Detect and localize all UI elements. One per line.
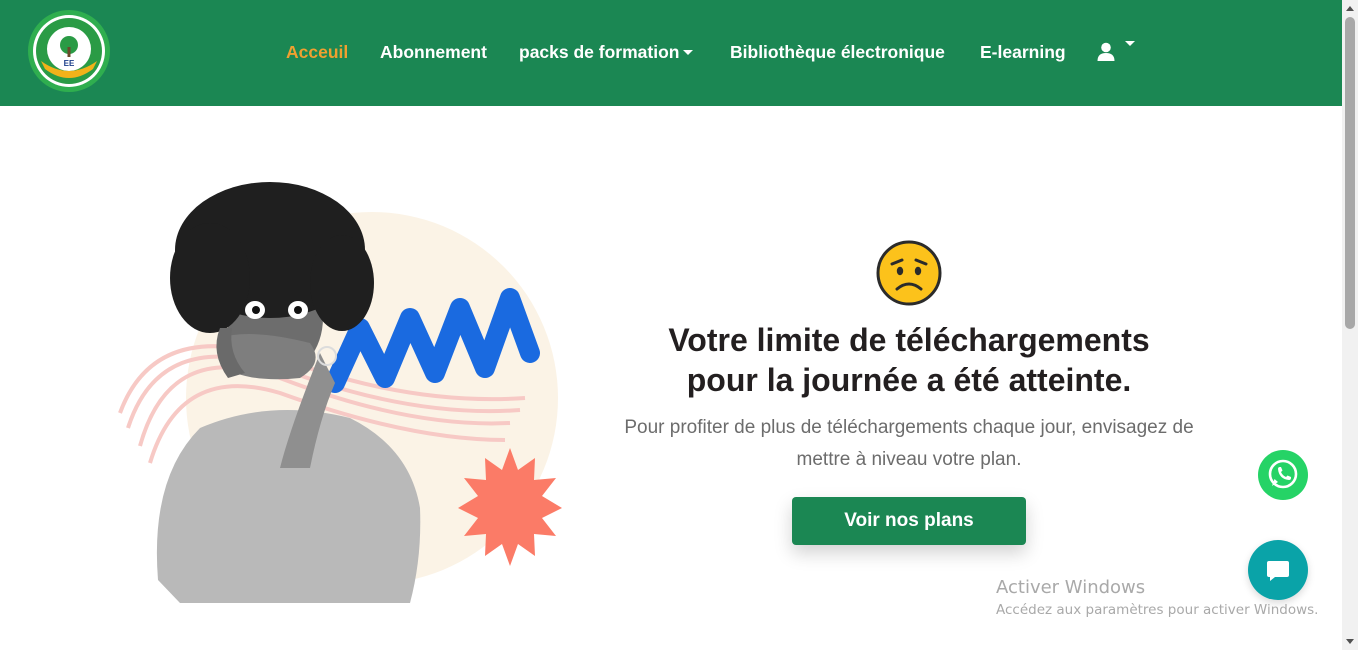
activate-windows-title: Activer Windows (996, 577, 1146, 598)
limit-reached-heading: Votre limite de téléchargements pour la … (600, 320, 1218, 400)
heading-line-2: pour la journée a été atteinte. (686, 362, 1132, 398)
whatsapp-button[interactable] (1258, 450, 1308, 500)
description-line-2: mettre à niveau votre plan. (796, 449, 1022, 470)
nav-item-e-learning[interactable]: E-learning (980, 41, 1066, 63)
chat-bubble-icon (1267, 561, 1289, 581)
main-nav: Acceuil Abonnement packs de formation Bi… (0, 0, 1342, 106)
activate-windows-subtitle: Accédez aux paramètres pour activer Wind… (996, 602, 1319, 618)
chevron-down-icon (683, 50, 694, 55)
user-icon (1097, 42, 1115, 61)
view-plans-button[interactable]: Voir nos plans (792, 497, 1026, 545)
user-menu-dropdown[interactable] (1097, 41, 1136, 63)
live-chat-button[interactable] (1248, 540, 1308, 600)
nav-item-bibliotheque[interactable]: Bibliothèque électronique (730, 41, 945, 63)
whatsapp-icon (1268, 459, 1298, 489)
heading-line-1: Votre limite de téléchargements (668, 322, 1150, 358)
nav-item-packs-label: packs de formation (519, 42, 680, 62)
vertical-scrollbar[interactable] (1342, 0, 1358, 650)
chevron-down-icon (1125, 41, 1136, 46)
description-line-1: Pour profiter de plus de téléchargements… (624, 417, 1194, 438)
worried-face-icon (876, 240, 942, 306)
scroll-up-arrow-icon[interactable] (1346, 6, 1354, 11)
scrollbar-thumb[interactable] (1345, 17, 1355, 329)
upgrade-description: Pour profiter de plus de téléchargements… (600, 412, 1218, 476)
top-navbar: EE Acceuil Abonnement packs de formation… (0, 0, 1342, 106)
nav-item-packs-de-formation[interactable]: packs de formation (519, 41, 694, 63)
surprised-woman-illustration (118, 182, 562, 603)
nav-item-abonnement[interactable]: Abonnement (380, 41, 487, 63)
nav-item-acceuil[interactable]: Acceuil (286, 41, 348, 63)
scroll-down-arrow-icon[interactable] (1346, 639, 1354, 644)
